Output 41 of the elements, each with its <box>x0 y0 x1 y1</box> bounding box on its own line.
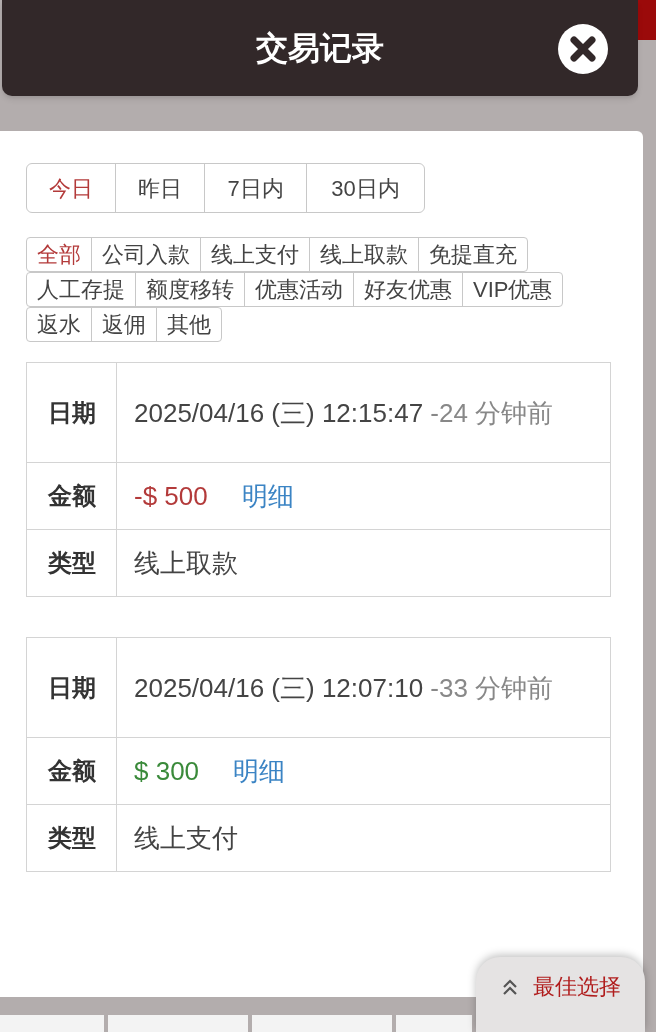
field-label: 类型 <box>47 548 96 578</box>
period-tab[interactable]: 今日 <box>27 164 115 212</box>
type-text: 线上支付 <box>134 821 238 855</box>
relative-time: -33 分钟前 <box>430 672 554 703</box>
field-label: 日期 <box>47 672 96 703</box>
category-chip[interactable]: 额度移转 <box>135 273 244 306</box>
bottom-tab[interactable] <box>396 1015 472 1032</box>
category-chip[interactable]: 全部 <box>27 238 91 271</box>
close-button[interactable] <box>558 24 608 74</box>
field-label: 金额 <box>47 481 96 511</box>
category-chip[interactable]: 返佣 <box>91 308 156 341</box>
bottom-tab[interactable] <box>252 1015 392 1032</box>
category-chip[interactable]: 线上取款 <box>309 238 418 271</box>
detail-link[interactable]: 明细 <box>233 751 286 791</box>
date-text: 2025/04/16 (三) 12:07:10 <box>134 672 425 703</box>
bottom-tab[interactable] <box>0 1015 104 1032</box>
bottom-tab[interactable] <box>108 1015 248 1032</box>
category-chip[interactable]: 好友优惠 <box>353 273 462 306</box>
field-label: 金额 <box>47 756 96 786</box>
category-chip[interactable]: 其他 <box>156 308 221 341</box>
best-choice-button[interactable]: 最佳选择 <box>476 957 645 1032</box>
category-chip[interactable]: 人工存提 <box>27 273 135 306</box>
field-label: 类型 <box>47 823 96 853</box>
category-chip[interactable]: 返水 <box>27 308 91 341</box>
category-chip[interactable]: 公司入款 <box>91 238 200 271</box>
detail-link[interactable]: 明细 <box>241 476 294 516</box>
period-tab[interactable]: 7日内 <box>204 164 306 212</box>
field-label: 日期 <box>47 397 96 428</box>
relative-time: -24 分钟前 <box>430 397 554 428</box>
type-text: 线上取款 <box>134 546 238 580</box>
date-text: 2025/04/16 (三) 12:15:47 <box>134 397 425 428</box>
window-title: 交易记录 <box>256 29 384 68</box>
category-chip[interactable]: 免提直充 <box>418 238 527 271</box>
category-chip[interactable]: VIP优惠 <box>462 273 563 306</box>
close-icon <box>570 36 596 62</box>
category-chip[interactable]: 线上支付 <box>200 238 309 271</box>
amount-text: $ 300 <box>134 754 200 788</box>
period-tab[interactable]: 30日内 <box>306 164 424 212</box>
amount-text: -$ 500 <box>134 479 208 513</box>
period-tab[interactable]: 昨日 <box>115 164 204 212</box>
category-chip[interactable]: 优惠活动 <box>244 273 353 306</box>
